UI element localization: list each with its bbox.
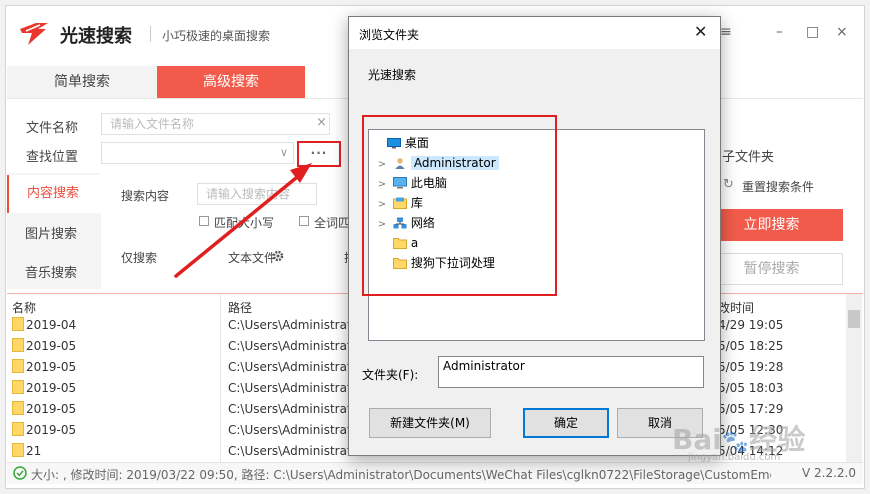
tab-advanced-search[interactable]: 高级搜索: [157, 66, 305, 98]
chevron-down-icon[interactable]: ∨: [280, 146, 288, 159]
check-icon: [13, 466, 27, 480]
dialog-description: 光速搜索: [368, 68, 417, 82]
cell-time: 5/05 18:25: [718, 339, 784, 353]
filename-input[interactable]: 请输入文件名称: [101, 113, 330, 135]
cell-path: C:\Users\Administrato: [228, 381, 359, 395]
cell-name-text: 2019-05: [26, 381, 77, 395]
location-select[interactable]: [101, 142, 294, 164]
cell-time: 5/05 19:28: [718, 360, 784, 374]
col-header-path[interactable]: 路径: [228, 299, 252, 316]
folder-icon: [12, 443, 24, 457]
dialog-close-icon[interactable]: ✕: [694, 22, 707, 41]
cell-name: 2019-05: [12, 399, 76, 420]
content-input[interactable]: 请输入搜索内容: [197, 183, 317, 205]
whole-word-checkbox[interactable]: [299, 216, 309, 226]
content-label: 搜索内容: [121, 189, 170, 203]
text-file-label: 文本文件: [228, 251, 277, 265]
cell-path: C:\Users\Administrato: [228, 339, 359, 353]
app-slogan: 小巧极速的桌面搜索: [162, 29, 271, 43]
close-icon[interactable]: ×: [836, 24, 848, 40]
pause-search-button[interactable]: 暂停搜索: [700, 253, 843, 285]
sidebar-item-music[interactable]: 音乐搜索: [7, 255, 101, 293]
subfolder-label: 子文件夹: [722, 150, 775, 165]
whole-word-label: 全词匹: [314, 216, 351, 230]
folder-icon: [12, 401, 24, 415]
match-case-checkbox[interactable]: [199, 216, 209, 226]
dialog-title: 浏览文件夹: [359, 28, 420, 42]
cell-name-text: 21: [26, 444, 42, 458]
cell-path: C:\Users\Administrato: [228, 360, 359, 374]
folder-icon: [12, 380, 24, 394]
only-search-label: 仅搜索: [121, 251, 158, 265]
folder-icon: [12, 359, 24, 373]
gear-icon[interactable]: [272, 250, 284, 262]
tab-simple-search[interactable]: 简单搜索: [7, 66, 157, 98]
cell-path: C:\Users\Administrato: [228, 402, 359, 416]
status-text: 大小: , 修改时间: 2019/03/22 09:50, 路径: C:\Use…: [31, 468, 771, 482]
cell-name: 21: [12, 441, 41, 462]
cell-name: 2019-05: [12, 378, 76, 399]
cell-name: 2019-05: [12, 420, 76, 441]
cell-name-text: 2019-05: [26, 423, 77, 437]
cell-path: C:\Users\Administrato: [228, 318, 359, 332]
maximize-icon[interactable]: □: [806, 24, 819, 40]
cell-time: 5/05 17:29: [718, 402, 784, 416]
location-label: 查找位置: [26, 150, 79, 165]
cell-name-text: 2019-05: [26, 402, 77, 416]
reset-icon[interactable]: ↻: [723, 177, 734, 192]
match-case-label: 匹配大小写: [214, 216, 275, 230]
folder-icon: [12, 317, 24, 331]
minimize-icon[interactable]: –: [776, 24, 783, 40]
search-now-button[interactable]: 立即搜索: [700, 209, 843, 241]
logo-icon: [20, 23, 48, 45]
folder-label: 文件夹(F):: [362, 368, 419, 382]
cell-name-text: 2019-05: [26, 339, 77, 353]
cell-time: 4/29 19:05: [718, 318, 784, 332]
col-header-time[interactable]: 改时间: [718, 299, 754, 316]
sidebar-item-content[interactable]: 内容搜索: [7, 175, 101, 213]
sidebar-item-image[interactable]: 图片搜索: [7, 216, 101, 254]
scrollbar-thumb[interactable]: [848, 310, 860, 328]
folder-icon: [12, 338, 24, 352]
app-name: 光速搜索: [60, 26, 132, 47]
col-header-name[interactable]: 名称: [12, 299, 36, 316]
annotation-box: [362, 115, 557, 296]
status-bar: 大小: , 修改时间: 2019/03/22 09:50, 路径: C:\Use…: [7, 462, 863, 484]
watermark-url: jingyan.baidu.com: [688, 452, 781, 463]
browse-button[interactable]: ···: [297, 141, 341, 167]
reset-button[interactable]: 重置搜索条件: [742, 178, 814, 195]
header-divider: [150, 26, 151, 42]
cell-name-text: 2019-05: [26, 360, 77, 374]
folder-input[interactable]: Administrator: [438, 356, 704, 388]
clear-icon[interactable]: ×: [316, 115, 327, 130]
cell-time: 5/05 18:03: [718, 381, 784, 395]
folder-icon: [12, 422, 24, 436]
filename-label: 文件名称: [26, 121, 79, 136]
cell-name-text: 2019-04: [26, 318, 77, 332]
cell-name: 2019-05: [12, 357, 76, 378]
cell-path: C:\Users\Administrato: [228, 444, 359, 458]
new-folder-button[interactable]: 新建文件夹(M): [369, 408, 491, 438]
cell-path: C:\Users\Administrato: [228, 423, 359, 437]
ok-button[interactable]: 确定: [523, 408, 609, 438]
cell-name: 2019-04: [12, 315, 76, 336]
version-label: V 2.2.2.0: [802, 466, 857, 480]
menu-icon[interactable]: ≡: [720, 24, 732, 40]
cell-name: 2019-05: [12, 336, 76, 357]
